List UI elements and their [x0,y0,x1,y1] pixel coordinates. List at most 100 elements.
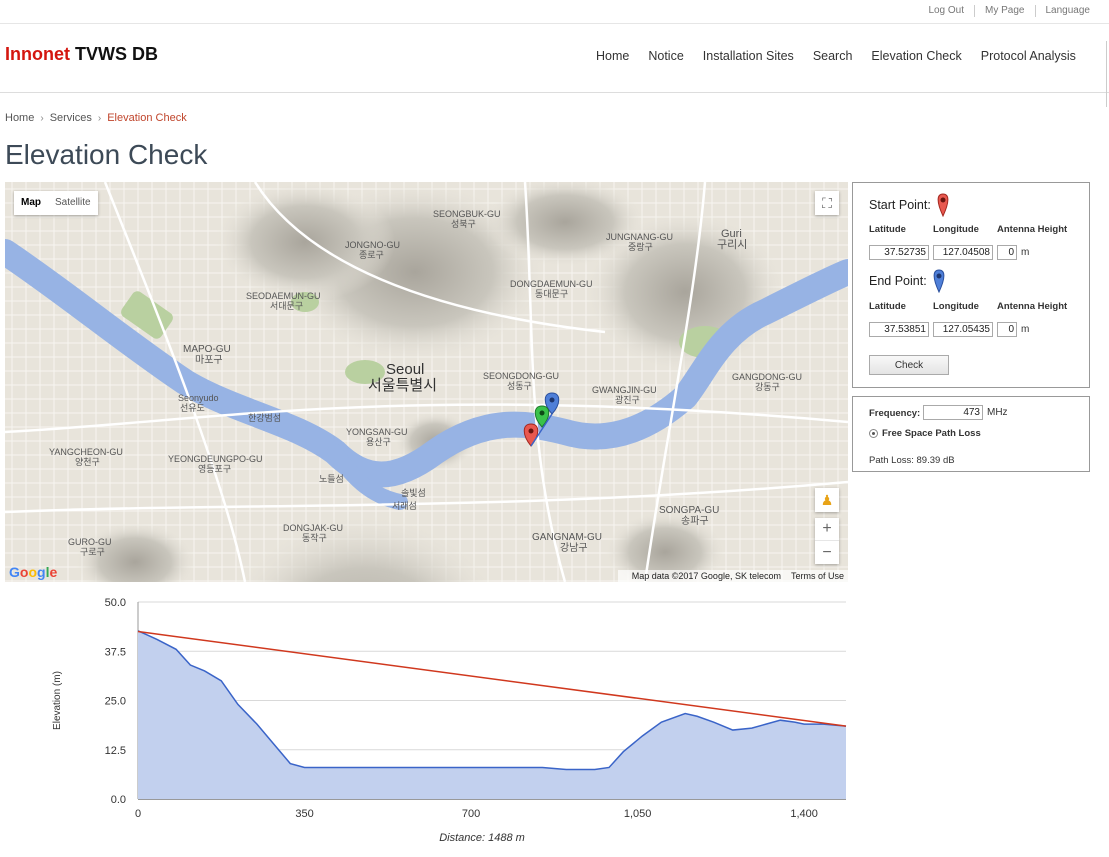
end-longitude-input[interactable] [933,322,993,337]
start-antenna-height-input[interactable] [997,245,1017,260]
label-dongdaemun-ko: 동대문구 [535,289,568,299]
language-link[interactable]: Language [1034,5,1101,17]
label-seodaemun-ko: 서대문구 [270,301,303,311]
y-tick-label: 12.5 [105,745,126,757]
label-seongbuk-ko: 성북구 [451,219,476,229]
label-jongno-en: JONGNO-GU [345,240,400,250]
breadcrumb-services[interactable]: Services [50,112,92,124]
top-links: Log Out My Page Language [918,5,1100,17]
start-latitude-input[interactable] [869,245,929,260]
x-tick-label: 350 [295,808,313,820]
mypage-link[interactable]: My Page [974,5,1034,17]
nav-elevation-check[interactable]: Elevation Check [871,49,961,63]
end-antenna-height-input[interactable] [997,322,1017,337]
start-point-heading: Start Point: [869,193,951,217]
frequency-unit: MHz [987,407,1008,418]
zoom-in-button[interactable]: + [815,518,839,541]
end-height-unit: m [1021,324,1030,335]
label-seoul-en: Seoul [386,361,424,378]
label-dongjak-en: DONGJAK-GU [283,523,343,533]
top-utility-bar: Log Out My Page Language [0,0,1109,24]
label-seonyudo-ko: 선유도 [180,403,205,413]
logout-link[interactable]: Log Out [918,5,974,17]
label-songpa-ko: 송파구 [681,515,709,527]
pegman-icon[interactable]: ♟ [815,488,839,512]
label-gwangjin-en: GWANGJIN-GU [592,385,657,395]
map-data-text: Map data ©2017 Google, SK telecom [631,571,781,581]
nav-search[interactable]: Search [813,49,853,63]
frequency-panel: Frequency: MHz Free Space Path Loss Path… [852,396,1090,472]
radio-selected-icon[interactable] [869,429,878,438]
start-point-label: Start Point: [869,198,931,212]
google-map[interactable]: SEONGBUK-GU 성북구 JONGNO-GU 종로구 JUNGNANG-G… [5,182,848,582]
start-height-unit: m [1021,247,1030,258]
end-lng-header: Longitude [933,301,979,312]
label-seongdong-en: SEONGDONG-GU [483,371,559,381]
label-seonyudo-en: Seonyudo [178,393,219,403]
google-logo[interactable]: Google [9,564,57,580]
terms-link[interactable]: Terms of Use [791,571,844,581]
y-axis-label: Elevation (m) [52,671,63,730]
map-canvas[interactable]: SEONGBUK-GU 성북구 JONGNO-GU 종로구 JUNGNANG-G… [5,182,848,582]
site-logo[interactable]: Innonet TVWS DB [5,44,158,65]
label-mapo-ko: 마포구 [195,354,223,366]
frequency-input[interactable] [923,405,983,420]
free-space-radio[interactable]: Free Space Path Loss [869,428,981,439]
end-latitude-input[interactable] [869,322,929,337]
blue-pin-icon [933,269,945,293]
zoom-out-button[interactable]: − [815,541,839,564]
label-jongno-ko: 종로구 [359,250,384,260]
label-seoraeseom-a: 솔빛섬 [401,488,426,498]
end-lat-header: Latitude [869,301,906,312]
label-yeongdeungpo-en: YEONGDEUNGPO-GU [168,454,263,464]
label-yangcheon-en: YANGCHEON-GU [49,447,123,457]
y-tick-label: 25.0 [105,696,126,708]
label-nodeulseom: 노들섬 [319,474,344,484]
nav-home[interactable]: Home [596,49,629,63]
label-dongjak-ko: 동작구 [302,533,327,543]
x-tick-label: 1,050 [624,808,652,820]
label-dongdaemun-en: DONGDAEMUN-GU [510,279,593,289]
breadcrumb-home[interactable]: Home [5,112,34,124]
chevron-right-icon: › [97,112,102,124]
x-tick-label: 700 [462,808,480,820]
points-panel: Start Point: Latitude Longitude Antenna … [852,182,1090,388]
logo-brand: Innonet [5,44,70,64]
label-seoul-ko: 서울특별시 [368,377,437,394]
start-longitude-input[interactable] [933,245,993,260]
map-type-satellite[interactable]: Satellite [48,191,98,215]
nav-installation-sites[interactable]: Installation Sites [703,49,794,63]
label-seongdong-ko: 성동구 [507,381,532,391]
free-space-label: Free Space Path Loss [882,428,981,439]
x-tick-label: 0 [135,808,141,820]
label-yongsan-ko: 용산구 [366,437,391,447]
label-guro-ko: 구로구 [80,547,105,557]
nav-protocol-analysis[interactable]: Protocol Analysis [981,49,1076,63]
label-gangnam-ko: 강남구 [560,542,588,554]
check-button[interactable]: Check [869,355,949,375]
label-hangang: 한강범섬 [248,413,281,423]
label-jungnang-ko: 중랑구 [628,241,653,252]
frequency-label: Frequency: [869,408,921,419]
label-yangcheon-ko: 양천구 [75,457,100,467]
logo-product: TVWS DB [75,44,159,64]
map-attribution: Map data ©2017 Google, SK telecom Terms … [617,570,848,582]
site-header: Innonet TVWS DB Home Notice Installation… [0,25,1109,93]
map-type-map[interactable]: Map [14,191,48,215]
fullscreen-icon[interactable]: ⛶ [815,191,839,215]
path-loss-result: Path Loss: 89.39 dB [869,455,955,466]
x-axis-label: Distance: 1488 m [439,832,525,844]
start-height-header: Antenna Height [997,224,1068,235]
label-guro-en: GURO-GU [68,537,112,547]
start-lng-header: Longitude [933,224,979,235]
label-gwangjin-ko: 광진구 [615,394,640,405]
label-songpa-en: SONGPA-GU [659,505,719,516]
label-gangnam-en: GANGNAM-GU [532,532,602,543]
label-gangdong-ko: 강동구 [755,382,780,392]
breadcrumb: Home › Services › Elevation Check [5,112,187,124]
y-tick-label: 37.5 [105,646,126,658]
label-seongbuk-en: SEONGBUK-GU [433,209,501,219]
label-guri-ko: 구리시 [717,238,747,251]
nav-notice[interactable]: Notice [648,49,683,63]
y-tick-label: 0.0 [111,794,126,806]
